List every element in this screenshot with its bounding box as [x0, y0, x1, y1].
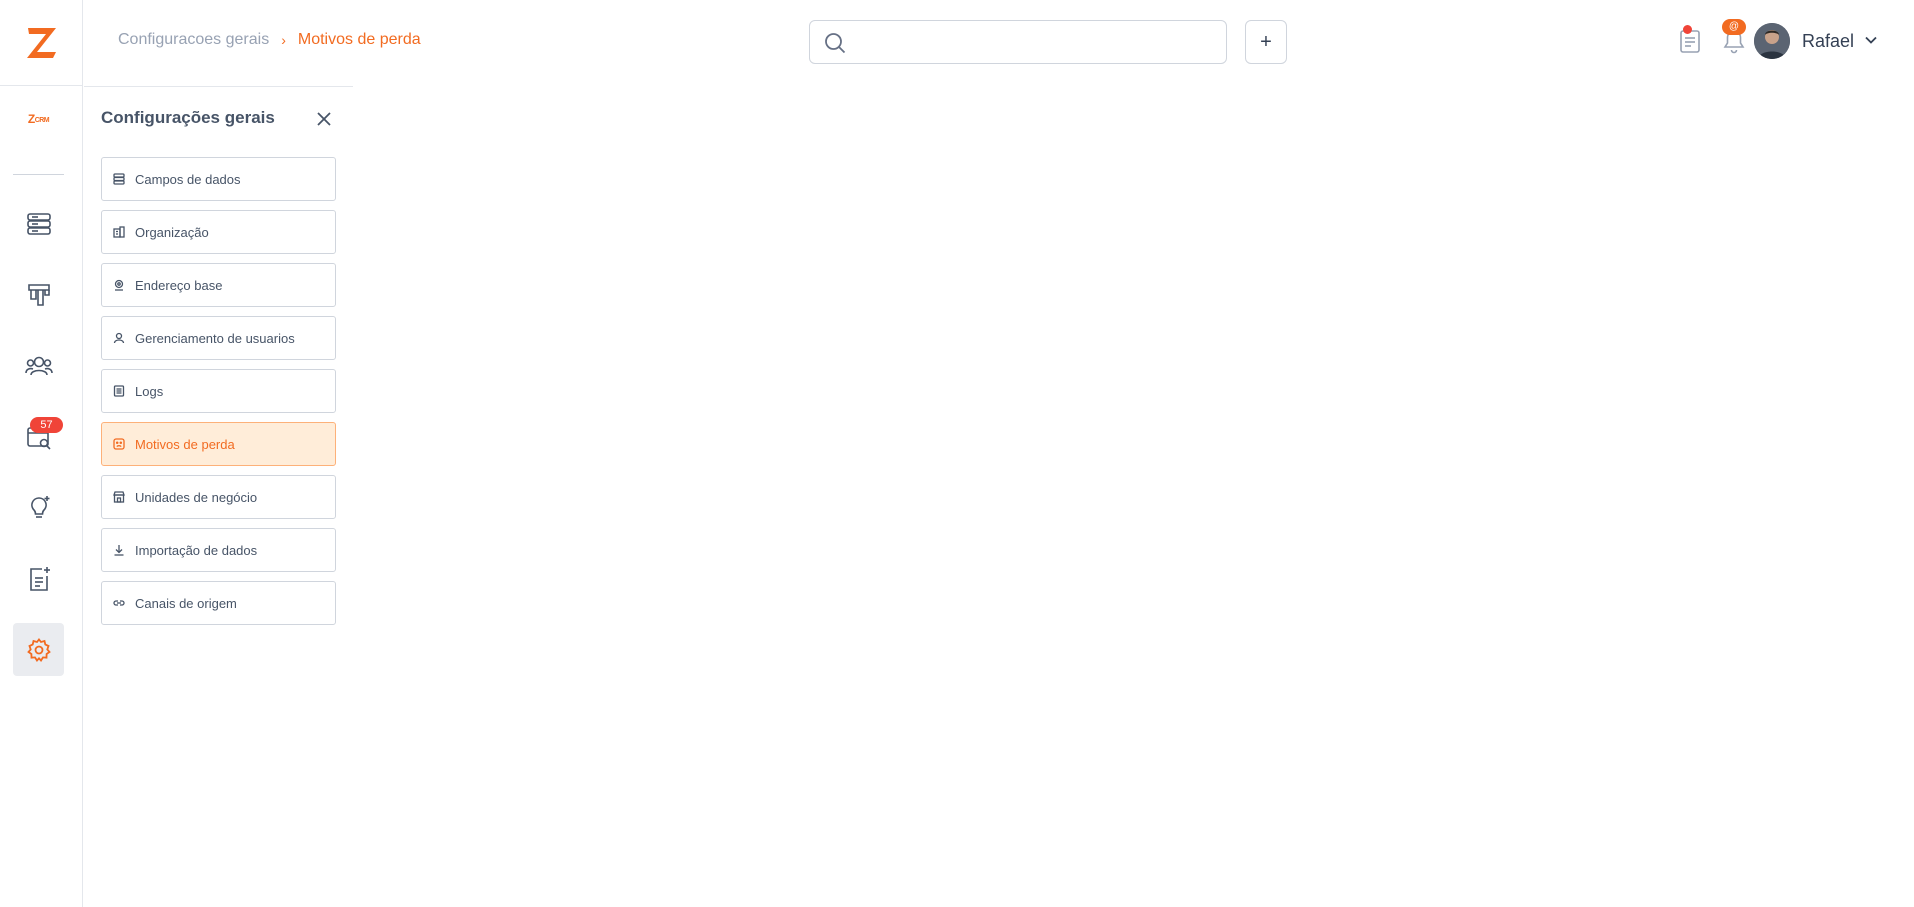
log-icon — [112, 384, 126, 398]
menu-item-label: Importação de dados — [135, 542, 258, 558]
download-icon — [112, 543, 126, 557]
mentions-badge: @ — [1722, 19, 1746, 35]
menu-item-campos-de-dados[interactable]: Campos de dados — [101, 157, 336, 201]
add-button[interactable]: + — [1245, 20, 1287, 64]
menu-item-logs[interactable]: Logs — [101, 369, 336, 413]
user-name[interactable]: Rafael — [1802, 31, 1854, 52]
database-icon — [112, 172, 126, 186]
pipeline-icon — [27, 283, 50, 306]
store-icon — [112, 490, 126, 504]
user-icon — [112, 331, 126, 345]
close-button[interactable] — [312, 107, 336, 131]
global-search[interactable] — [809, 20, 1227, 64]
building-icon — [112, 225, 126, 239]
menu-item-unidades-de-negocio[interactable]: Unidades de negócio — [101, 475, 336, 519]
chevron-down-icon[interactable] — [1864, 33, 1878, 52]
search-input[interactable] — [856, 21, 1216, 63]
menu-item-organizacao[interactable]: Organização — [101, 210, 336, 254]
panel-title: Configurações gerais — [101, 108, 275, 127]
search-icon — [824, 32, 846, 59]
menu-item-label: Motivos de perda — [135, 436, 235, 452]
menu-item-label: Logs — [135, 383, 164, 399]
menu-item-importacao-de-dados[interactable]: Importação de dados — [101, 528, 336, 572]
app-logo[interactable] — [0, 0, 83, 86]
location-icon — [112, 278, 126, 292]
menu-item-label: Organização — [135, 224, 209, 240]
rail-item-settings[interactable] — [13, 623, 64, 676]
settings-panel: Configurações gerais Campos de dados Org… — [84, 86, 353, 907]
agenda-count-badge: 57 — [30, 417, 63, 433]
left-rail: ZCRM 57 — [0, 0, 83, 907]
gear-icon — [26, 637, 51, 662]
server-icon — [26, 212, 51, 235]
menu-item-label: Endereço base — [135, 277, 223, 293]
rail-item-notes[interactable] — [13, 552, 64, 605]
menu-item-gerenciamento-de-usuarios[interactable]: Gerenciamento de usuarios — [101, 316, 336, 360]
link-icon — [112, 596, 126, 610]
emoji-sad-icon — [112, 437, 126, 451]
close-icon — [317, 112, 331, 126]
menu-item-motivos-de-perda[interactable]: Motivos de perda — [101, 422, 336, 466]
menu-item-label: Campos de dados — [135, 171, 241, 187]
menu-item-label: Canais de origem — [135, 595, 237, 611]
menu-item-label: Gerenciamento de usuarios — [135, 330, 295, 346]
rail-item-ideas[interactable] — [13, 481, 64, 534]
rail-divider — [13, 174, 64, 175]
rail-item-pipeline[interactable] — [13, 268, 64, 321]
menu-item-label: Unidades de negócio — [135, 489, 258, 505]
breadcrumb-current: Motivos de perda — [297, 31, 421, 48]
breadcrumb-parent-link[interactable]: Configuracoes gerais — [118, 31, 269, 49]
users-icon — [24, 356, 53, 375]
rail-item-data[interactable] — [13, 197, 64, 250]
menu-item-canais-de-origem[interactable]: Canais de origem — [101, 581, 336, 625]
breadcrumb-separator: › — [281, 32, 286, 48]
crm-logo: ZCRM — [27, 112, 50, 126]
breadcrumb: Configuracoes gerais › Motivos de perda — [118, 31, 421, 49]
menu-item-endereco-base[interactable]: Endereço base — [101, 263, 336, 307]
notes-icon — [29, 566, 50, 591]
avatar[interactable] — [1754, 23, 1790, 59]
lightbulb-icon — [30, 495, 49, 518]
z-logo-icon — [26, 27, 56, 58]
tasks-notification-dot — [1683, 25, 1692, 34]
settings-menu: Campos de dados Organização Endereço bas… — [101, 157, 336, 634]
rail-item-contacts[interactable] — [13, 339, 64, 392]
